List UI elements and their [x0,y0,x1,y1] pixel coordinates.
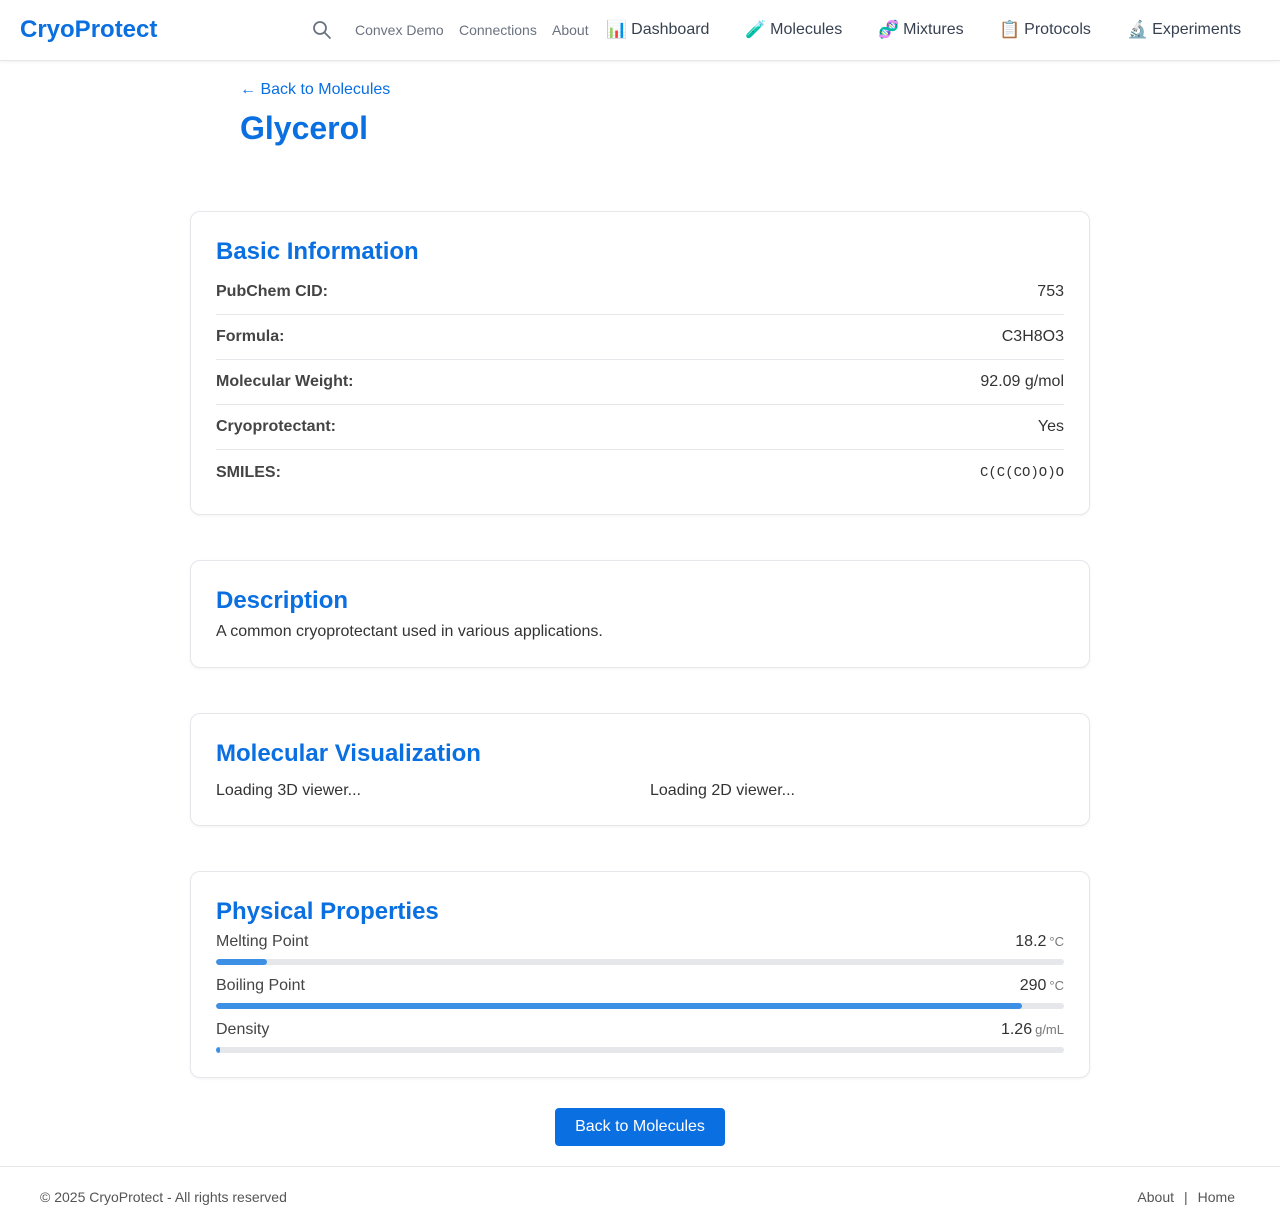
description-text: A common cryoprotectant used in various … [216,623,603,640]
info-label: Formula: [216,328,285,345]
property-bar-track [216,959,1064,965]
info-value: Yes [1037,418,1064,435]
footer-separator: | [1184,1189,1188,1205]
footer: © 2025 CryoProtect - All rights reserved… [0,1166,1280,1227]
microscope-icon: 🔬 [1127,20,1149,39]
dna-icon: 🧬 [878,20,900,39]
property-melting-point: Melting Point 18.2 °C [216,933,1064,965]
info-label: Cryoprotectant: [216,418,337,435]
property-unit: g/mL [1035,1022,1064,1037]
nav-item-label: Molecules [770,21,843,38]
nav-item-dashboard[interactable]: 📊 Dashboard [606,20,709,40]
info-row-formula: Formula: C3H8O3 [216,315,1064,360]
property-bar-track [216,1047,1064,1053]
property-label: Melting Point [216,933,309,950]
nav-link-convex-demo[interactable]: Convex Demo [355,22,444,38]
nav-link-about[interactable]: About [552,22,589,38]
info-value: 92.09 g/mol [980,373,1064,390]
property-bar-fill [216,1003,1022,1009]
nav-item-experiments[interactable]: 🔬 Experiments [1127,20,1241,40]
property-density: Density 1.26 g/mL [216,1021,1064,1053]
brand-logo[interactable]: CryoProtect [20,16,157,44]
description-heading: Description [216,587,349,614]
info-value: C3H8O3 [1001,328,1064,345]
viewer-3d: Loading 3D viewer... [216,782,361,799]
property-unit: °C [1049,934,1064,949]
nav-item-mixtures[interactable]: 🧬 Mixtures [878,20,964,40]
property-boiling-point: Boiling Point 290 °C [216,977,1064,1009]
info-value: 753 [1037,283,1064,300]
info-value: C(C(CO)O)O [979,464,1064,481]
property-bar-fill [216,1047,221,1053]
info-label: PubChem CID: [216,283,328,300]
property-value: 290 [1019,977,1047,994]
back-to-molecules-link[interactable]: ← Back to Molecules [240,81,390,99]
footer-link-about[interactable]: About [1137,1189,1174,1205]
footer-link-home[interactable]: Home [1198,1189,1235,1205]
basic-info-card: Basic Information PubChem CID: 753 Formu… [190,211,1090,515]
nav-item-protocols[interactable]: 📋 Protocols [999,20,1091,40]
property-value: 1.26 [1000,1021,1033,1038]
property-bar-track [216,1003,1064,1009]
info-row-molecular-weight: Molecular Weight: 92.09 g/mol [216,360,1064,405]
nav-item-label: Dashboard [631,21,710,38]
property-bar-fill [216,959,267,965]
footer-links: About | Home [1137,1189,1235,1205]
physical-properties-card: Physical Properties Melting Point 18.2 °C… [190,871,1090,1078]
visualization-card: Molecular Visualization Loading 3D viewe… [190,713,1090,826]
basic-info-heading: Basic Information [216,238,419,265]
nav-link-connections[interactable]: Connections [459,22,537,38]
clipboard-icon: 📋 [999,20,1021,39]
test-tube-icon: 🧪 [745,20,767,39]
physical-properties-heading: Physical Properties [216,898,439,925]
back-to-molecules-button[interactable]: Back to Molecules [555,1108,725,1146]
nav-item-label: Experiments [1152,21,1242,38]
copyright-text: © 2025 CryoProtect - All rights reserved [40,1189,287,1205]
info-label: Molecular Weight: [216,373,354,390]
chart-icon: 📊 [606,20,628,39]
nav-item-label: Protocols [1024,21,1091,38]
property-unit: °C [1049,978,1064,993]
description-card: Description A common cryoprotectant used… [190,560,1090,668]
visualization-heading: Molecular Visualization [216,740,481,767]
nav-item-label: Mixtures [903,21,964,38]
info-row-smiles: SMILES: C(C(CO)O)O [216,450,1064,495]
viewer-2d: Loading 2D viewer... [650,782,795,799]
property-value: 18.2 [1015,933,1047,950]
top-navbar: CryoProtect Convex Demo Connections Abou… [0,0,1280,61]
nav-item-molecules[interactable]: 🧪 Molecules [745,20,842,40]
property-label: Boiling Point [216,977,305,994]
info-label: SMILES: [216,463,281,481]
info-row-pubchem-cid: PubChem CID: 753 [216,270,1064,315]
property-label: Density [216,1021,270,1038]
info-row-cryoprotectant: Cryoprotectant: Yes [216,405,1064,450]
page-title: Glycerol [240,110,369,146]
search-icon[interactable] [312,20,332,40]
